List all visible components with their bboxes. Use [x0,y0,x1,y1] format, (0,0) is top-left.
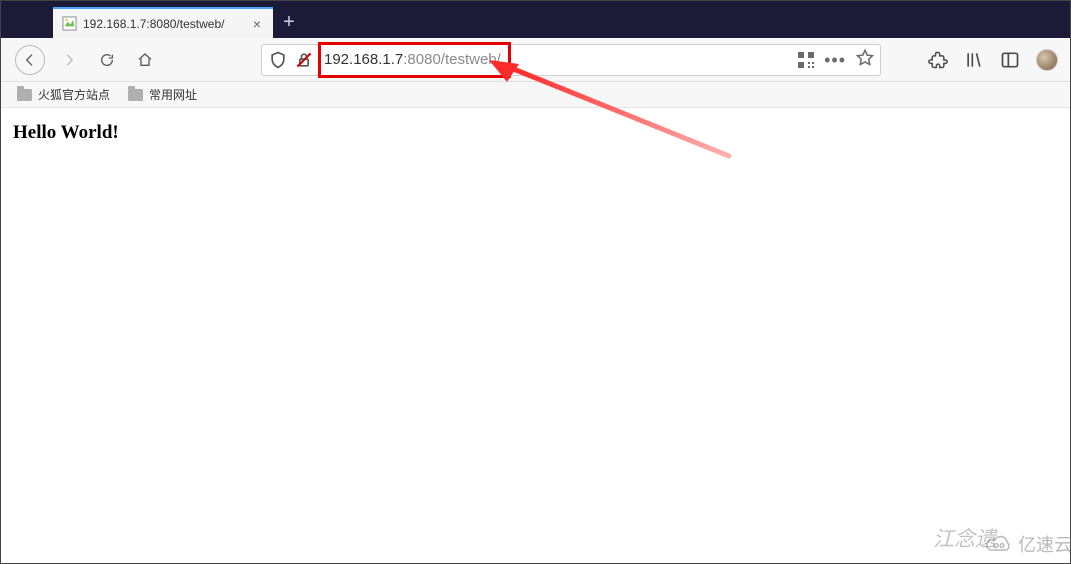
reload-button[interactable] [93,46,121,74]
page-content: Hello World! [1,108,1070,158]
extensions-icon[interactable] [928,50,948,70]
bookmark-folder-firefox[interactable]: 火狐官方站点 [17,86,110,103]
browser-tab[interactable]: 192.168.1.7:8080/testweb/ × [53,7,273,38]
sidebar-icon[interactable] [1000,50,1020,70]
folder-icon [128,89,143,101]
folder-icon [17,89,32,101]
bookmark-label: 常用网址 [149,86,197,103]
back-button[interactable] [15,45,45,75]
url-path: :8080/testweb/ [403,51,501,68]
watermark-brand-text: 亿速云 [1018,531,1071,557]
watermark-brand: 亿速云 [984,531,1071,557]
insecure-lock-icon[interactable] [294,50,314,70]
toolbar: 192.168.1.7:8080/testweb/ ••• [1,38,1070,82]
tab-title: 192.168.1.7:8080/testweb/ [83,17,243,31]
bookmark-label: 火狐官方站点 [38,86,110,103]
qr-icon[interactable] [798,52,814,68]
profile-avatar[interactable] [1036,49,1058,71]
new-tab-button[interactable]: + [273,7,305,38]
url-text: 192.168.1.7:8080/testweb/ [320,51,792,68]
tab-strip: 192.168.1.7:8080/testweb/ × + [1,1,1070,38]
bookmark-star-icon[interactable] [856,48,874,71]
close-tab-icon[interactable]: × [249,16,265,32]
bookmarks-bar: 火狐官方站点 常用网址 [1,82,1070,108]
cloud-icon [984,534,1014,554]
address-bar[interactable]: 192.168.1.7:8080/testweb/ ••• [261,44,881,76]
address-bar-actions: ••• [798,48,874,71]
shield-icon[interactable] [268,50,288,70]
url-host: 192.168.1.7 [324,51,403,68]
favicon-icon [61,16,77,32]
toolbar-right [928,49,1058,71]
page-actions-icon[interactable]: ••• [824,54,846,66]
bookmark-folder-common[interactable]: 常用网址 [128,86,197,103]
library-icon[interactable] [964,50,984,70]
home-button[interactable] [131,46,159,74]
forward-button[interactable] [55,46,83,74]
page-heading: Hello World! [13,122,1058,144]
